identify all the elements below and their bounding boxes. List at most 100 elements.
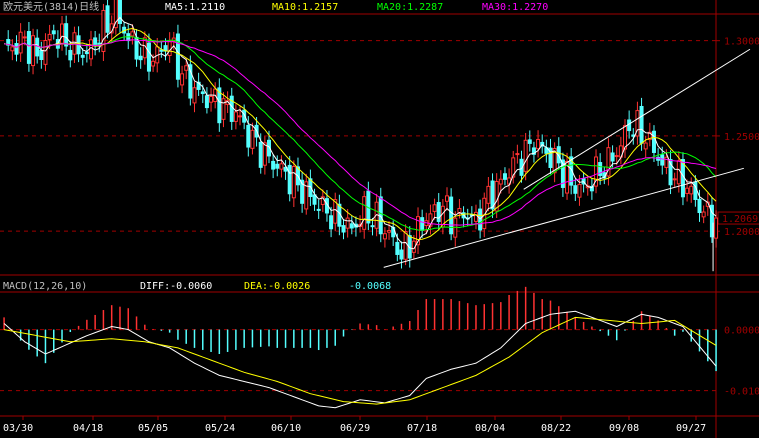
candle-body — [43, 40, 48, 65]
ma10-label: MA10:1.2157 — [272, 2, 338, 13]
ma5-line — [3, 16, 717, 250]
instrument-title: 欧元美元(3814)日线 — [3, 0, 99, 13]
candle-body — [643, 142, 648, 150]
candle-body — [271, 160, 276, 170]
candle-body — [39, 49, 44, 61]
date-label: 09/08 — [609, 423, 639, 434]
candle-body — [146, 42, 151, 72]
candle-body — [420, 217, 425, 231]
price-tick-label: 1.2500 — [724, 132, 759, 143]
candle-body — [233, 111, 238, 122]
candle-body — [432, 204, 437, 212]
candle-body — [291, 166, 296, 199]
date-label: 09/27 — [676, 423, 706, 434]
candle-body — [714, 217, 719, 239]
candle-body — [672, 178, 677, 181]
candle-body — [22, 36, 27, 39]
candle-body — [573, 185, 578, 194]
candle-body — [345, 217, 350, 229]
date-label: 06/29 — [340, 423, 370, 434]
candle-body — [47, 33, 52, 41]
candle-body — [457, 208, 462, 213]
candle-body — [31, 35, 36, 67]
candle-body — [378, 196, 383, 235]
candle-body — [651, 130, 656, 153]
candle-body — [341, 225, 346, 233]
macd-dea-label: DEA:-0.0026 — [244, 281, 310, 292]
candle-body — [180, 73, 185, 86]
candle-body — [577, 183, 582, 198]
candle-body — [60, 23, 65, 45]
candle-body — [536, 138, 541, 150]
candle-body — [680, 159, 685, 198]
candle-body — [449, 196, 454, 235]
macd-tick-label: -0.0100 — [724, 387, 759, 398]
candle-body — [51, 30, 56, 35]
candle-body — [250, 129, 255, 149]
candle-body — [362, 196, 367, 230]
candle-body — [312, 194, 317, 205]
candle-body — [221, 98, 226, 120]
candle-body — [238, 115, 243, 118]
macd-histogram — [3, 286, 717, 372]
candle-body — [200, 91, 205, 95]
candle-body — [627, 119, 632, 132]
candle-body — [138, 55, 143, 61]
macd-title: MACD(12,26,10) — [3, 281, 87, 292]
candle-body — [515, 153, 520, 156]
candle-body — [279, 163, 284, 170]
candle-body — [676, 160, 681, 185]
candle-body — [689, 185, 694, 195]
candle-body — [93, 37, 98, 47]
candle-body — [14, 43, 19, 55]
candle-body — [473, 211, 478, 222]
candle-body — [246, 124, 251, 148]
price-tick-label: 1.3000 — [724, 37, 759, 48]
candle-body — [10, 46, 15, 52]
date-label: 08/04 — [475, 423, 505, 434]
candle-body — [329, 215, 334, 230]
price-tick-label: 1.2000 — [724, 227, 759, 238]
candle-body — [399, 249, 404, 260]
macd-diff-label: DIFF:-0.0060 — [140, 281, 212, 292]
candle-body — [151, 60, 156, 67]
date-label: 08/22 — [541, 423, 571, 434]
date-label: 06/10 — [271, 423, 301, 434]
candle-body — [262, 142, 267, 166]
candlestick-chart: 1.3000 1.2500 1.2000 1.2069 欧元美元(3814)日线 MA5:… — [0, 0, 759, 438]
candle-body — [192, 87, 197, 104]
candle-body — [316, 208, 321, 211]
candle-body — [498, 178, 503, 185]
candle-body — [68, 49, 73, 61]
candle-body — [403, 231, 408, 260]
candle-body — [445, 195, 449, 202]
candle-body — [89, 39, 93, 60]
last-price-label: 1.2069 — [722, 214, 758, 225]
candle-body — [26, 31, 31, 64]
candle-body — [639, 105, 644, 144]
ma30-label: MA30:1.2270 — [482, 2, 548, 13]
candle-body — [527, 139, 532, 144]
date-label: 04/18 — [73, 423, 103, 434]
ma20-line — [3, 36, 717, 231]
ma30-line — [3, 39, 717, 226]
candle-body — [349, 223, 354, 229]
candle-body — [80, 54, 85, 58]
date-label: 05/24 — [205, 423, 235, 434]
candle-body — [105, 5, 110, 33]
candle-body — [130, 31, 135, 37]
candle-body — [523, 139, 528, 172]
candle-body — [660, 154, 665, 166]
candle-body — [184, 65, 189, 71]
candle-body — [610, 152, 615, 162]
candle-body — [175, 33, 180, 80]
candle-body — [685, 187, 690, 194]
chart-window: 1.3000 1.2500 1.2000 1.2069 欧元美元(3814)日线 MA5:… — [0, 0, 759, 438]
candle-body — [117, 0, 122, 24]
candle-body — [64, 23, 69, 47]
candle-body — [623, 125, 627, 150]
candle-body — [275, 163, 280, 169]
ma20-label: MA20:1.2287 — [377, 2, 443, 13]
candle-body — [84, 51, 89, 55]
candle-body — [18, 31, 23, 54]
